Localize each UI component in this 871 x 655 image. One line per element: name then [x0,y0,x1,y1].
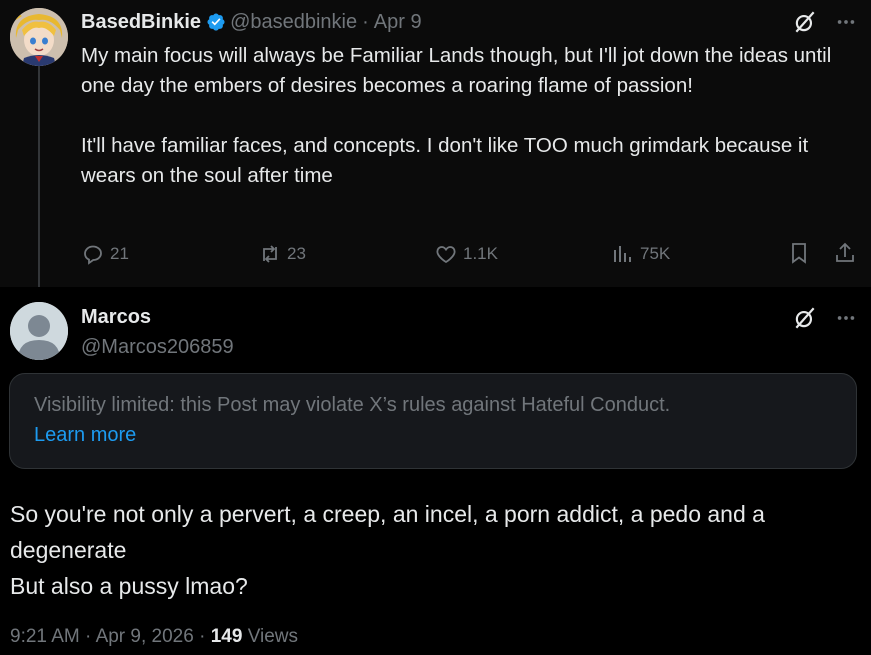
share-icon[interactable] [833,241,857,265]
author-name[interactable]: BasedBinkie [81,11,201,34]
like-count: 1.1K [463,244,498,263]
repost-button[interactable]: 23 [258,240,306,268]
bookmark-icon[interactable] [787,241,811,265]
views-button[interactable]: 75K [611,240,670,268]
verified-badge-icon[interactable] [206,12,226,32]
tweet-date[interactable]: Apr 9 [374,11,422,34]
avatar-basedbinkie[interactable] [10,8,68,66]
meta-separator: · [85,626,92,647]
default-avatar-icon [10,302,68,360]
tweet-paragraph: It'll have familiar faces, and concepts.… [81,134,809,187]
author-handle[interactable]: @basedbinkie [230,11,357,34]
grok-icon[interactable] [792,305,818,331]
tweet-paragraph: My main focus will always be Familiar La… [81,44,832,97]
reply-views-label: Views [247,626,299,647]
meta-separator: · [199,626,206,647]
repost-count: 23 [287,244,306,263]
more-icon[interactable] [835,11,857,33]
views-icon [614,246,631,262]
grok-icon[interactable] [792,9,818,35]
more-icon[interactable] [835,307,857,329]
reply-line: So you're not only a pervert, a creep, a… [10,501,765,563]
thread-connector-line [38,66,40,287]
tweet-text: My main focus will always be Familiar La… [81,41,851,191]
reply-icon [84,245,102,265]
reply-count: 21 [110,244,129,263]
avatar-marcos[interactable] [10,302,68,360]
reply-views-count: 149 [210,626,243,647]
views-count: 75K [640,244,671,263]
avatar-image [10,8,68,66]
reply-text: So you're not only a pervert, a creep, a… [10,496,860,604]
like-icon [436,246,456,264]
visibility-notice-text: Visibility limited: this Post may violat… [34,394,671,416]
reply-author-handle[interactable]: @Marcos206859 [81,336,234,359]
reply-time[interactable]: 9:21 AM [10,626,80,647]
reply-metadata: 9:21 AM · Apr 9, 2026 · 149 Views [10,626,298,648]
learn-more-link[interactable]: Learn more [34,424,136,447]
header-separator: · [362,10,369,33]
reply-line: But also a pussy lmao? [10,573,248,599]
tweet-actions: 21 23 1.1K 75K [81,240,861,268]
reply-author-name[interactable]: Marcos [81,306,151,329]
like-button[interactable]: 1.1K [434,240,498,268]
tweet-header: BasedBinkie @basedbinkie · Apr 9 [81,9,422,35]
reply-button[interactable]: 21 [81,240,129,268]
reply-date[interactable]: Apr 9, 2026 [96,626,194,647]
repost-icon [263,245,277,263]
visibility-notice: Visibility limited: this Post may violat… [9,373,857,469]
